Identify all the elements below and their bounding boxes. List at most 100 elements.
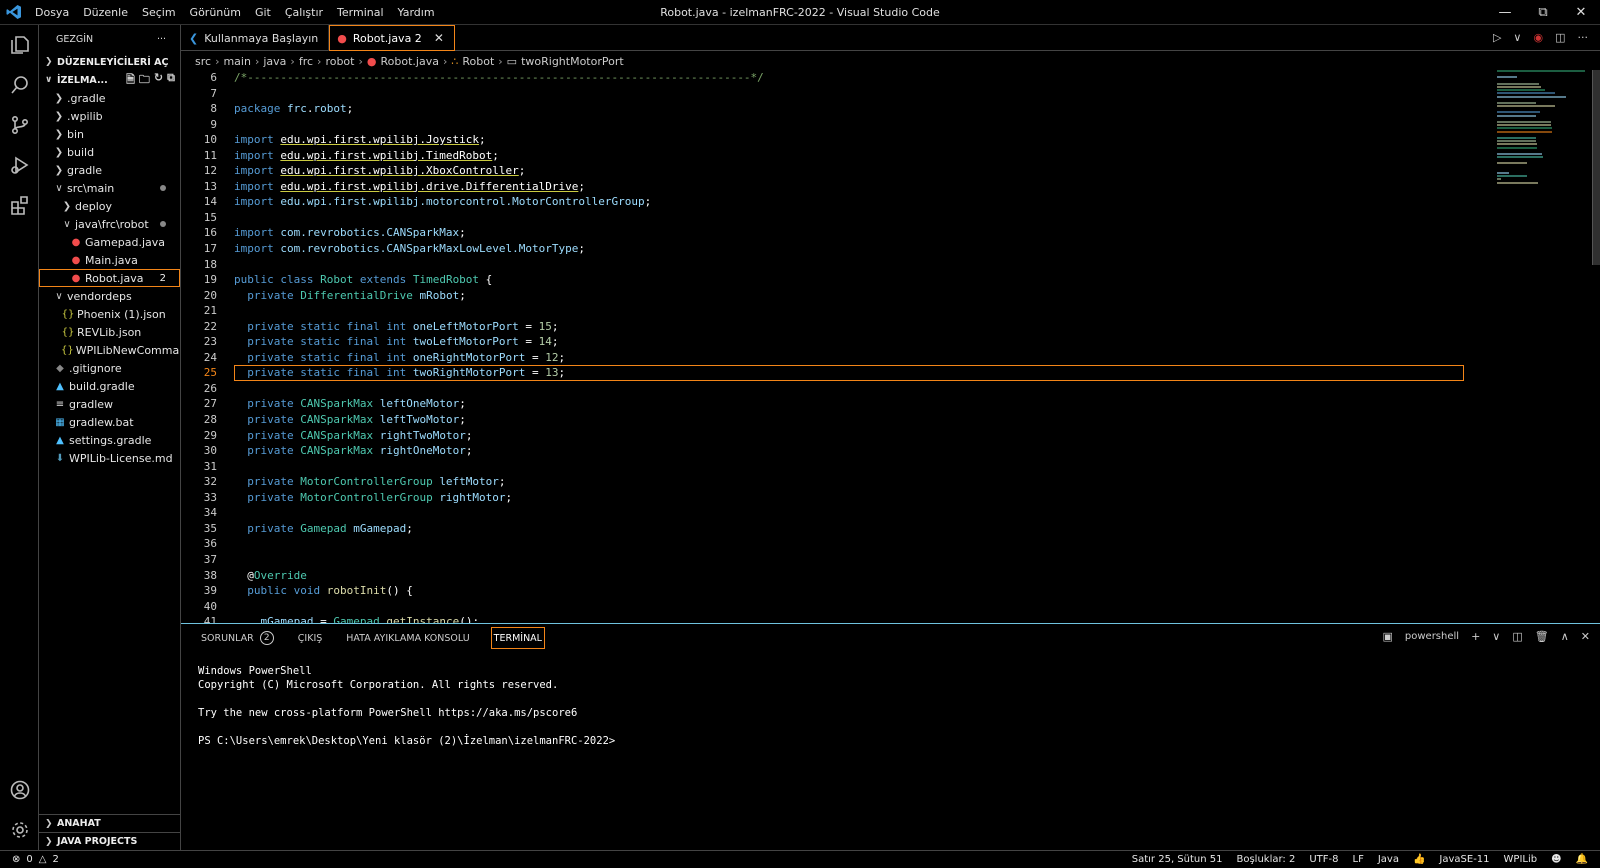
shell-name[interactable]: powershell xyxy=(1405,631,1459,642)
end-of-line[interactable]: LF xyxy=(1353,854,1364,865)
tree-item[interactable]: ◆ .gitignore xyxy=(39,359,180,377)
tree-item[interactable]: ∨ java\frc\robot xyxy=(39,215,180,233)
tree-item[interactable]: ❯ deploy xyxy=(39,197,180,215)
tree-item[interactable]: ❯ .wpilib xyxy=(39,107,180,125)
notifications-bell-icon[interactable]: 🔔 xyxy=(1576,854,1588,865)
run-debug-icon[interactable] xyxy=(0,145,39,185)
code-token: extends xyxy=(353,273,413,287)
panel-tab[interactable]: ÇIKIŞ xyxy=(296,628,325,648)
code-editor[interactable]: 6 7 8 9 10 11 12 13 14 15 16 17 18 19 20 21 22 23 24 25 26 27… xyxy=(181,70,1600,623)
tab-welcome[interactable]: ❮ Kullanmaya Başlayın xyxy=(181,25,330,51)
tree-item[interactable]: ● Robot.java 2 xyxy=(39,269,180,287)
breadcrumb-item[interactable]: java xyxy=(263,55,286,68)
wpilib-status[interactable]: WPILib xyxy=(1504,854,1538,865)
tree-item[interactable]: ▦ gradlew.bat xyxy=(39,413,180,431)
java-projects-section[interactable]: ❯ JAVA PROJECTS xyxy=(39,832,181,850)
problems-status[interactable]: ⊗ 0 △ 2 xyxy=(0,854,59,865)
close-window-icon[interactable]: ✕ xyxy=(1562,0,1600,25)
code-content[interactable]: /*--------------------------------------… xyxy=(234,70,1474,623)
split-terminal-icon[interactable]: ◫ xyxy=(1512,630,1522,643)
breadcrumb-item[interactable]: frc xyxy=(299,55,313,68)
source-control-icon[interactable] xyxy=(0,105,39,145)
feedback-icon[interactable]: ☻ xyxy=(1551,854,1561,865)
account-icon[interactable] xyxy=(0,770,39,810)
menu-item[interactable]: Görünüm xyxy=(183,0,248,25)
new-terminal-icon[interactable]: + xyxy=(1471,630,1480,643)
tree-item[interactable]: ∨ vendordeps xyxy=(39,287,180,305)
tree-item[interactable]: ⬇ WPILib-License.md xyxy=(39,449,180,467)
tree-item[interactable]: ❯ build xyxy=(39,143,180,161)
collapse-all-icon[interactable]: ⧉ xyxy=(167,71,175,90)
tree-item[interactable]: ▲ settings.gradle xyxy=(39,431,180,449)
editor-scrollbar[interactable] xyxy=(1592,70,1600,265)
tree-item[interactable]: {} REVLib.json xyxy=(39,323,180,341)
tree-item[interactable]: {} WPILibNewComma... xyxy=(39,341,180,359)
close-panel-icon[interactable]: ✕ xyxy=(1581,630,1590,643)
menu-item[interactable]: Yardım xyxy=(391,0,442,25)
breadcrumb-item[interactable]: twoRightMotorPort xyxy=(521,55,624,68)
tree-item[interactable]: ● Gamepad.java xyxy=(39,233,180,251)
new-folder-icon[interactable]: 🗀 xyxy=(139,71,150,90)
terminal-output[interactable]: Windows PowerShell Copyright (C) Microsof… xyxy=(181,652,1600,748)
breadcrumb-item[interactable]: robot xyxy=(325,55,354,68)
tree-item[interactable]: {} Phoenix (1).json xyxy=(39,305,180,323)
menu-item[interactable]: Dosya xyxy=(28,0,76,25)
workspace-folder-section[interactable]: ∨ İZELMA... 🗎 🗀 ↻ ⧉ xyxy=(39,71,180,89)
panel-tab[interactable]: SORUNLAR 2 xyxy=(199,628,276,648)
minimize-icon[interactable]: — xyxy=(1486,0,1524,25)
menu-item[interactable]: Çalıştır xyxy=(278,0,330,25)
indentation[interactable]: Boşluklar: 2 xyxy=(1236,854,1295,865)
menu-item[interactable]: Git xyxy=(248,0,278,25)
run-icon[interactable]: ▷ xyxy=(1493,31,1501,44)
minimap-line xyxy=(1497,172,1510,174)
open-editors-section[interactable]: ❯ DÜZENLEYİCİLERİ AÇ xyxy=(39,53,180,71)
more-actions-icon[interactable]: ··· xyxy=(1578,31,1589,44)
menu-item[interactable]: Terminal xyxy=(330,0,391,25)
menu-item[interactable]: Düzenle xyxy=(76,0,135,25)
trash-icon[interactable]: 🗑 xyxy=(1535,630,1549,643)
tree-item-label: deploy xyxy=(75,199,113,213)
tree-item[interactable]: ❯ .gradle xyxy=(39,89,180,107)
split-editor-icon[interactable]: ◫ xyxy=(1555,31,1565,44)
outline-section[interactable]: ❯ ANAHAT xyxy=(39,814,181,832)
refresh-icon[interactable]: ↻ xyxy=(154,71,163,90)
java-status-icon[interactable]: 👍 xyxy=(1413,854,1425,865)
maximize-panel-icon[interactable]: ∧ xyxy=(1561,630,1569,643)
tree-item[interactable]: ● Main.java xyxy=(39,251,180,269)
activity-bar xyxy=(0,25,39,850)
restore-icon[interactable]: ⧉ xyxy=(1524,0,1562,25)
search-icon[interactable] xyxy=(0,65,39,105)
menu-item[interactable]: Seçim xyxy=(135,0,183,25)
tree-item[interactable]: ≡ gradlew xyxy=(39,395,180,413)
breadcrumb-item[interactable]: Robot.java xyxy=(381,55,439,68)
extensions-icon[interactable] xyxy=(0,185,39,225)
code-token: leftOneMotor xyxy=(379,397,460,411)
chevron-down-icon[interactable]: ∨ xyxy=(1513,31,1521,44)
wpilib-icon[interactable]: ◉ xyxy=(1533,31,1543,44)
tree-item[interactable]: ▲ build.gradle xyxy=(39,377,180,395)
panel-tab[interactable]: HATA AYIKLAMA KONSOLU xyxy=(344,628,471,648)
more-actions-icon[interactable]: ··· xyxy=(157,34,166,45)
breadcrumb-item[interactable]: main xyxy=(223,55,250,68)
encoding[interactable]: UTF-8 xyxy=(1309,854,1338,865)
minimap[interactable] xyxy=(1497,70,1592,220)
code-token: ; xyxy=(505,490,513,504)
cursor-position[interactable]: Satır 25, Sütun 51 xyxy=(1132,854,1223,865)
code-token: private xyxy=(247,521,301,535)
breadcrumb-item[interactable]: src xyxy=(195,55,211,68)
new-file-icon[interactable]: 🗎 xyxy=(126,71,135,90)
breadcrumb-item[interactable]: Robot xyxy=(462,55,494,68)
panel-tab[interactable]: TERMİNAL xyxy=(490,627,545,649)
tree-item[interactable]: ❯ bin xyxy=(39,125,180,143)
tab-robot-java[interactable]: ● Robot.java 2 ✕ xyxy=(329,25,455,51)
jdk-version[interactable]: JavaSE-11 xyxy=(1439,854,1489,865)
code-token: robot xyxy=(313,102,347,116)
tree-item[interactable]: ❯ gradle xyxy=(39,161,180,179)
settings-gear-icon[interactable] xyxy=(0,810,39,850)
tree-item[interactable]: ∨ src\main xyxy=(39,179,180,197)
language-mode[interactable]: Java xyxy=(1378,854,1399,865)
explorer-icon[interactable] xyxy=(0,25,39,65)
chevron-down-icon[interactable]: ∨ xyxy=(1492,630,1500,643)
close-tab-icon[interactable]: ✕ xyxy=(434,31,444,45)
